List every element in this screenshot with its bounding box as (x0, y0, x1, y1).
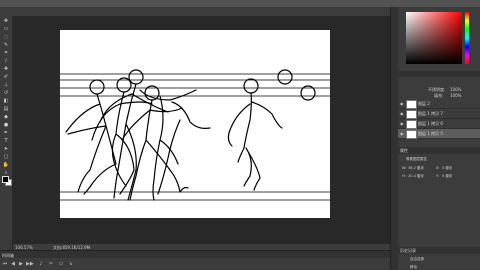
healing-icon[interactable]: ✚ (2, 66, 10, 72)
marquee-icon[interactable]: ▭ (2, 26, 10, 32)
history-brush-icon[interactable]: ↺ (2, 90, 10, 96)
properties-tab[interactable]: 属性 (400, 148, 408, 154)
prev-frame-icon[interactable]: ◀ (10, 261, 16, 267)
history-tab[interactable]: 历史记录 (400, 248, 416, 254)
width-field[interactable]: 36.2 厘米 (408, 166, 424, 171)
volume-icon[interactable]: ♪ (38, 261, 44, 267)
foreground-color-swatch[interactable] (2, 176, 9, 183)
shape-icon[interactable]: ▢ (2, 154, 10, 160)
quick-select-icon[interactable]: ✎ (2, 42, 10, 48)
animation-drawing (59, 69, 331, 201)
layer-name: 图层 1 拷贝 5 (418, 131, 443, 136)
render-icon[interactable]: ↳ (68, 261, 74, 267)
menu-bar (0, 0, 480, 7)
eye-icon[interactable]: ◉ (400, 131, 404, 136)
width-label: W: (402, 166, 407, 170)
stamp-icon[interactable]: ⊥ (2, 82, 10, 88)
right-panel: 不透明度: 100% 填充: 100% ◉ 图层 2 ◉ 图层 1 拷贝 7 ◉… (398, 7, 480, 270)
document-canvas[interactable] (59, 30, 331, 218)
layer-name: 图层 1 拷贝 6 (418, 121, 443, 126)
split-icon[interactable]: ✂ (48, 261, 54, 267)
hand-icon[interactable]: ✋ (2, 162, 10, 168)
eye-icon[interactable]: ◉ (400, 101, 404, 106)
opacity-value[interactable]: 100% (450, 87, 461, 92)
height-label: H: (402, 174, 406, 178)
layer-row-selected[interactable]: ◉ 图层 1 拷贝 5 (398, 129, 480, 139)
x-label: X: (436, 166, 440, 170)
layer-thumbnail (406, 130, 417, 139)
layer-thumbnail (406, 100, 417, 109)
path-select-icon[interactable]: ➤ (2, 146, 10, 152)
first-frame-icon[interactable]: ⏮ (2, 261, 8, 267)
properties-subtitle: 像素图层属性 (406, 157, 427, 161)
type-icon[interactable]: T (2, 138, 10, 144)
history-item[interactable]: 移动 (410, 265, 417, 270)
move-icon[interactable]: ✥ (2, 18, 10, 24)
transition-icon[interactable]: ▭ (58, 261, 64, 267)
lasso-icon[interactable]: ◌ (2, 34, 10, 40)
history-tabbar: 历史记录 (398, 247, 480, 254)
properties-tabbar: 属性 (398, 147, 480, 154)
y-field[interactable]: 0 厘米 (442, 174, 452, 179)
layer-name: 图层 1 拷贝 7 (418, 111, 443, 116)
crop-icon[interactable]: ⌗ (2, 50, 10, 56)
pen-icon[interactable]: ✒ (2, 130, 10, 136)
play-icon[interactable]: ▶ (18, 261, 24, 267)
brush-icon[interactable]: ✐ (2, 74, 10, 80)
fill-value[interactable]: 100% (450, 93, 461, 98)
timeline-panel: ⏮ ◀ ▶ ▶▶ ♪ ✂ ▭ ↳ (0, 258, 390, 270)
dodge-icon[interactable]: ● (2, 122, 10, 128)
y-label: Y: (436, 174, 439, 178)
blur-icon[interactable]: ◆ (2, 114, 10, 120)
tools-panel: ✥ ▭ ◌ ✎ ⌗ ∕ ✚ ✐ ⊥ ↺ ◧ ▤ ◆ ● ✒ T ➤ ▢ ✋ ⌕ (0, 16, 13, 256)
next-frame-icon[interactable]: ▶▶ (26, 261, 34, 267)
eraser-icon[interactable]: ◧ (2, 98, 10, 104)
gradient-icon[interactable]: ▤ (2, 106, 10, 112)
history-item[interactable]: 自由变换 (410, 257, 424, 262)
layers-tabbar (398, 71, 480, 77)
layer-name: 图层 2 (418, 101, 430, 106)
layer-row[interactable]: ◉ 图层 2 (398, 99, 480, 109)
height-field[interactable]: 20.4 厘米 (408, 174, 424, 179)
eye-icon[interactable]: ◉ (400, 111, 404, 116)
color-picker-field[interactable] (406, 12, 462, 64)
color-swatches[interactable] (2, 176, 12, 186)
hue-slider[interactable] (465, 12, 469, 64)
layer-thumbnail (406, 120, 417, 129)
layer-row[interactable]: ◉ 图层 1 拷贝 7 (398, 109, 480, 119)
eyedropper-icon[interactable]: ∕ (2, 58, 10, 64)
layer-thumbnail (406, 110, 417, 119)
x-field[interactable]: 0 厘米 (442, 166, 452, 171)
eye-icon[interactable]: ◉ (400, 121, 404, 126)
layer-row[interactable]: ◉ 图层 1 拷贝 6 (398, 119, 480, 129)
